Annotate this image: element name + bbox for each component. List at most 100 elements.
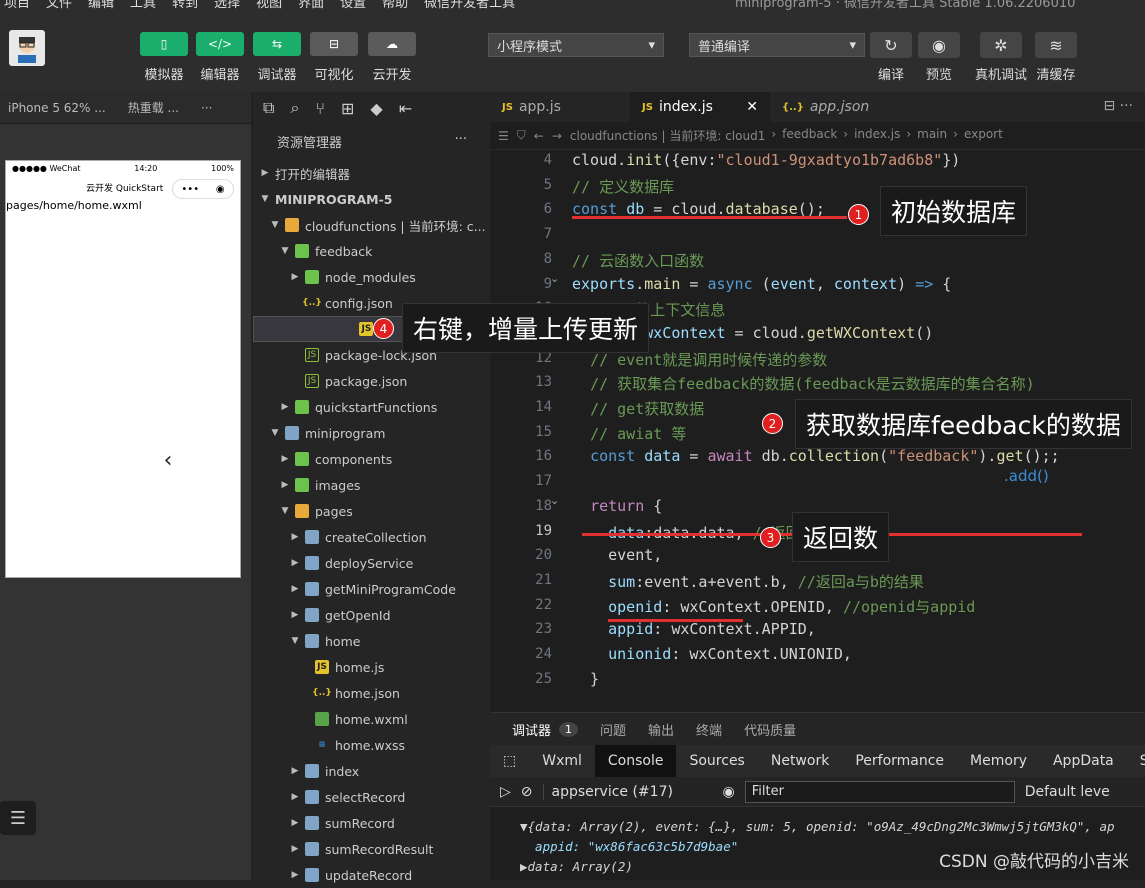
toolbar-button-4[interactable]: ☁ (368, 32, 416, 56)
menu-item[interactable]: 文件 (46, 0, 72, 11)
menu-item[interactable]: 编辑 (88, 0, 114, 11)
filter-input[interactable]: Filter (744, 780, 1015, 803)
clear-console-icon[interactable]: ⊘ (521, 784, 533, 800)
tree-arrow-icon[interactable]: ▶ (289, 272, 301, 282)
tree-arrow-icon[interactable]: ▶ (279, 402, 291, 412)
menu-item[interactable]: 设置 (340, 0, 366, 11)
menu-item[interactable]: 工具 (130, 0, 156, 11)
tree-item[interactable]: ▼ feedback (253, 238, 490, 264)
tree-item[interactable]: ▶ images (253, 472, 490, 498)
source-control-icon[interactable]: ⑂ (315, 99, 325, 118)
avatar[interactable] (9, 30, 45, 66)
tree-arrow-icon[interactable]: ▶ (279, 454, 291, 464)
files-icon[interactable]: ⧉ (263, 98, 274, 118)
tree-arrow-icon[interactable]: ▶ (289, 792, 301, 802)
devtools-tab[interactable]: Console (594, 745, 677, 777)
back-button[interactable]: ‹ (145, 437, 191, 483)
debugger-tab[interactable]: 调试器 (512, 720, 551, 739)
code-line[interactable]: appid: wxContext.APPID, (572, 620, 816, 638)
code-line[interactable]: // awiat 等 (572, 423, 686, 444)
tree-arrow-icon[interactable]: ▶ (279, 480, 291, 490)
debugger-tab[interactable]: 问题 (600, 720, 626, 739)
code-line[interactable]: } (572, 670, 599, 688)
tree-item[interactable]: ▼ pages (253, 498, 490, 524)
breadcrumb-item[interactable]: index.js (854, 127, 900, 144)
right-toolbar-button-2[interactable]: ✲ (980, 32, 1022, 58)
tree-arrow-icon[interactable]: ▶ (289, 766, 301, 776)
console-line[interactable]: ▶data: Array(2) (520, 859, 633, 874)
sidebar-toggle-icon[interactable]: ▷ (500, 784, 511, 800)
menu-item[interactable]: 界面 (298, 0, 324, 11)
code-line[interactable]: openid: wxContext.OPENID, //openid与appid (572, 596, 975, 617)
inspect-icon[interactable]: ⬚ (490, 745, 529, 777)
extensions-icon[interactable]: ⊞ (341, 99, 354, 118)
tree-item[interactable]: ▼ miniprogram (253, 420, 490, 446)
list-icon[interactable]: ☰ (498, 129, 509, 143)
tree-arrow-icon[interactable]: ▶ (289, 584, 301, 594)
log-levels-select[interactable]: Default leve (1025, 784, 1110, 800)
toolbar-button-0[interactable]: ▯ (140, 32, 188, 56)
tree-arrow-icon[interactable]: ▼ (279, 246, 291, 256)
tree-item[interactable]: ▶ updateRecord (253, 862, 490, 888)
code-line[interactable]: return { (572, 497, 662, 515)
tree-item[interactable]: ▶ quickstartFunctions (253, 394, 490, 420)
tree-item[interactable]: ≡ home.wxss (253, 732, 490, 758)
console-line[interactable]: ▼{data: Array(2), event: {…}, sum: 5, op… (520, 819, 1115, 834)
toolbar-button-1[interactable]: </> (196, 32, 244, 56)
tree-item[interactable]: ▶ selectRecord (253, 784, 490, 810)
back-arrow-icon[interactable]: ← (534, 129, 544, 143)
devtools-tab[interactable]: Network (758, 745, 842, 777)
tree-arrow-icon[interactable]: ▶ (289, 844, 301, 854)
compile-select[interactable]: 普通编译 ▾ (689, 33, 865, 57)
tree-item[interactable]: {..} home.json (253, 680, 490, 706)
code-line[interactable]: exports.main = async (event, context) =>… (572, 275, 951, 293)
tree-item[interactable]: ▶ getMiniProgramCode (253, 576, 490, 602)
close-circle-icon[interactable]: ◉ (216, 184, 225, 195)
devtools-tab[interactable]: AppData (1040, 745, 1127, 777)
tree-item[interactable]: home.wxml (253, 706, 490, 732)
tree-arrow-icon[interactable]: ▼ (289, 636, 301, 646)
docker-icon[interactable]: ◆ (370, 99, 382, 118)
code-line[interactable]: // 获取集合feedback的数据(feedback是云数据库的集合名称) (572, 373, 1035, 394)
breadcrumb-item[interactable]: cloudfunctions | 当前环境: cloud1 (570, 127, 765, 144)
breadcrumb-item[interactable]: main (917, 127, 947, 144)
tree-arrow-icon[interactable]: ▶ (289, 558, 301, 568)
search-icon[interactable]: ⌕ (290, 98, 299, 118)
menu-item[interactable]: 选择 (214, 0, 240, 11)
console-line[interactable]: appid: "wx86fac63c5b7d9bae" (520, 839, 738, 854)
code-line[interactable]: sum:event.a+event.b, //返回a与b的结果 (572, 571, 924, 592)
fold-arrow-icon[interactable]: ⌄ (550, 494, 559, 507)
tree-item[interactable]: ▶ components (253, 446, 490, 472)
tree-arrow-icon[interactable]: ▶ (289, 818, 301, 828)
context-select[interactable]: appservice (#17) (542, 783, 713, 800)
tree-item[interactable]: ▶ getOpenId (253, 602, 490, 628)
project-section[interactable]: ▼ MINIPROGRAM-5 (253, 186, 490, 212)
hot-reload-toggle[interactable]: 热重载 ... (128, 99, 179, 116)
menu-item[interactable]: 项目 (4, 0, 30, 11)
devtools-tab[interactable]: Sources (676, 745, 757, 777)
list-icon[interactable]: ☰ (0, 801, 36, 835)
split-editor-icon[interactable]: ⊟ (1103, 98, 1119, 114)
right-toolbar-button-1[interactable]: ◉ (918, 32, 960, 58)
device-select[interactable]: iPhone 5 62% ... (8, 101, 106, 115)
tree-arrow-icon[interactable]: ▶ (289, 870, 301, 880)
debugger-tab[interactable]: 终端 (696, 720, 722, 739)
code-line[interactable]: // 定义数据库 (572, 176, 674, 197)
capsule-menu[interactable]: ••• ◉ (172, 179, 234, 199)
menu-item[interactable]: 微信开发者工具 (424, 0, 515, 11)
tree-item[interactable]: ▶ sumRecord (253, 810, 490, 836)
panel-toggle-icon[interactable]: ⇤ (399, 99, 412, 118)
code-line[interactable]: // 云函数入口函数 (572, 250, 704, 271)
mode-select[interactable]: 小程序模式 ▾ (488, 33, 664, 57)
tree-item[interactable]: ▶ sumRecordResult (253, 836, 490, 862)
tree-item[interactable]: ▶ deployService (253, 550, 490, 576)
bookmark-icon[interactable]: ⛉ (517, 128, 526, 143)
menu-item[interactable]: 转到 (172, 0, 198, 11)
tree-arrow-icon[interactable]: ▶ (289, 610, 301, 620)
toolbar-button-2[interactable]: ⇆ (253, 32, 301, 56)
code-line[interactable]: // get获取数据 (572, 398, 704, 419)
editor-tab[interactable]: JS app.js (490, 92, 630, 122)
code-line[interactable]: cloud.init({env:"cloud1-9gxadtyo1b7ad6b8… (572, 151, 960, 169)
menu-item[interactable]: 帮助 (382, 0, 408, 11)
devtools-tab[interactable]: Memory (957, 745, 1040, 777)
